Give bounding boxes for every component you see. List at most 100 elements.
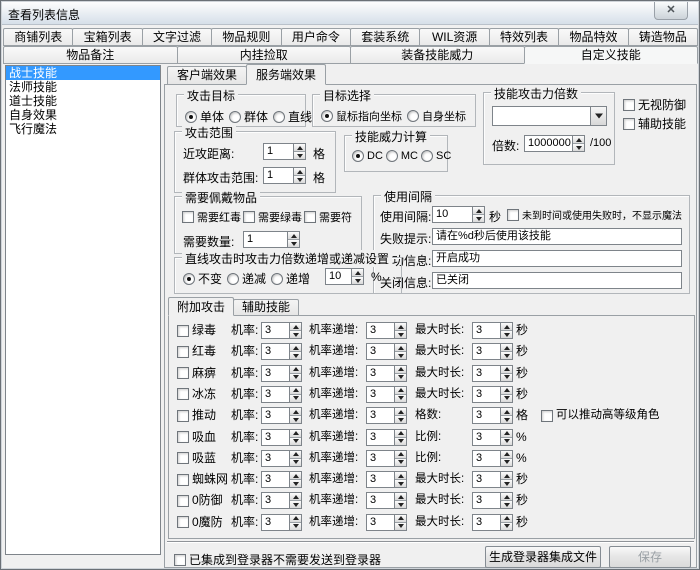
spin-down-icon[interactable] [501, 523, 512, 530]
spin-down-icon[interactable] [395, 416, 406, 423]
third-spinner[interactable]: 3 [472, 407, 513, 424]
main-tab-r1-1[interactable]: 宝箱列表 [72, 28, 142, 46]
spin-down-icon[interactable] [395, 374, 406, 381]
rate-inc-spinner[interactable]: 3 [366, 407, 407, 424]
spin-up-icon[interactable] [290, 344, 301, 352]
spin-down-icon[interactable] [395, 501, 406, 508]
spin-up-icon[interactable] [395, 515, 406, 523]
spin-down-icon[interactable] [395, 352, 406, 359]
spin-value[interactable]: 3 [472, 429, 500, 446]
spin-down-icon[interactable] [290, 438, 301, 445]
spin-up-icon[interactable] [501, 344, 512, 352]
rate-spinner[interactable]: 3 [261, 407, 302, 424]
spin-up-icon[interactable] [290, 472, 301, 480]
power-calc-radios-2[interactable]: SC [421, 150, 451, 162]
spin-value[interactable]: 3 [261, 322, 289, 339]
generate-file-button[interactable]: 生成登录器集成文件 [485, 546, 601, 568]
push-high-level-checkbox[interactable]: 可以推动高等级角色 [541, 407, 660, 424]
spin-down-icon[interactable] [501, 459, 512, 466]
spin-value[interactable]: 3 [366, 365, 394, 382]
spin-up-icon[interactable] [501, 515, 512, 523]
main-tab-r2-1[interactable]: 内挂捡取 [177, 46, 352, 64]
skill-category-item-2[interactable]: 道士技能 [6, 94, 160, 108]
title-bar[interactable]: 查看列表信息 ✕ [2, 2, 698, 25]
spin-value[interactable]: 10 [325, 268, 351, 285]
spin-up-icon[interactable] [395, 408, 406, 416]
spin-up-icon[interactable] [290, 323, 301, 331]
success-msg-input[interactable]: 开启成功 [432, 250, 682, 267]
spin-value[interactable]: 3 [366, 471, 394, 488]
main-tab-r1-0[interactable]: 商铺列表 [3, 28, 73, 46]
spin-up-icon[interactable] [290, 515, 301, 523]
rate-inc-spinner[interactable]: 3 [366, 471, 407, 488]
main-tab-r1-8[interactable]: 物品特效 [558, 28, 628, 46]
spin-up-icon[interactable] [294, 168, 305, 176]
required-item-checkboxes-0[interactable]: 需要红毒 [182, 209, 241, 225]
spin-value[interactable]: 3 [472, 514, 500, 531]
spin-down-icon[interactable] [395, 438, 406, 445]
assist-skill-checkbox[interactable]: 辅助技能 [623, 115, 686, 132]
power-calc-radios-1[interactable]: MC [386, 150, 418, 162]
required-qty-spinner[interactable]: 1 [243, 231, 300, 248]
skill-category-item-1[interactable]: 法师技能 [6, 80, 160, 94]
spin-down-icon[interactable] [573, 144, 584, 151]
line-attack-radios-1[interactable]: 递减 [227, 270, 266, 287]
spin-up-icon[interactable] [501, 323, 512, 331]
spin-value[interactable]: 3 [472, 471, 500, 488]
spin-value[interactable]: 1 [263, 143, 293, 160]
spin-value[interactable]: 3 [366, 492, 394, 509]
spin-up-icon[interactable] [395, 430, 406, 438]
required-item-checkboxes-1[interactable]: 需要绿毒 [243, 209, 302, 225]
spin-value[interactable]: 10 [432, 206, 472, 223]
target-select-radios-1[interactable]: 自身坐标 [407, 108, 466, 124]
spin-value[interactable]: 3 [261, 471, 289, 488]
spin-up-icon[interactable] [395, 472, 406, 480]
spin-down-icon[interactable] [290, 459, 301, 466]
spin-down-icon[interactable] [501, 501, 512, 508]
rate-spinner[interactable]: 3 [261, 343, 302, 360]
melee-distance-spinner[interactable]: 1 [263, 143, 306, 160]
spin-value[interactable]: 3 [261, 450, 289, 467]
attack-enable-checkbox[interactable]: 吸蓝 [177, 450, 216, 467]
skill-category-item-4[interactable]: 飞行魔法 [6, 122, 160, 136]
third-spinner[interactable]: 3 [472, 365, 513, 382]
main-tab-r1-6[interactable]: WIL资源 [419, 28, 489, 46]
spin-up-icon[interactable] [288, 232, 299, 240]
extra-tab-1[interactable]: 辅助技能 [233, 299, 299, 316]
spin-up-icon[interactable] [395, 323, 406, 331]
attack-enable-checkbox[interactable]: 0魔防 [177, 514, 223, 531]
spin-value[interactable]: 3 [472, 386, 500, 403]
rate-spinner[interactable]: 3 [261, 386, 302, 403]
spin-value[interactable]: 1 [243, 231, 287, 248]
attack-enable-checkbox[interactable]: 蜘蛛网 [177, 471, 228, 488]
main-tab-r1-9[interactable]: 铸造物品 [628, 28, 698, 46]
spin-down-icon[interactable] [395, 395, 406, 402]
rate-inc-spinner[interactable]: 3 [366, 514, 407, 531]
spin-value[interactable]: 1000000 [524, 135, 572, 152]
spin-value[interactable]: 3 [261, 365, 289, 382]
spin-down-icon[interactable] [288, 240, 299, 247]
spin-up-icon[interactable] [501, 408, 512, 416]
spin-down-icon[interactable] [501, 480, 512, 487]
ignore-defense-checkbox[interactable]: 无视防御 [623, 96, 686, 113]
required-item-checkboxes-2[interactable]: 需要符 [304, 209, 352, 225]
spin-down-icon[interactable] [290, 501, 301, 508]
effect-tab-0[interactable]: 客户端效果 [167, 66, 247, 85]
rate-inc-spinner[interactable]: 3 [366, 386, 407, 403]
spin-down-icon[interactable] [395, 480, 406, 487]
main-tab-r2-0[interactable]: 物品备注 [3, 46, 178, 64]
spin-value[interactable]: 3 [366, 322, 394, 339]
spin-value[interactable]: 1 [263, 167, 293, 184]
spin-up-icon[interactable] [352, 269, 363, 277]
rate-inc-spinner[interactable]: 3 [366, 365, 407, 382]
spin-up-icon[interactable] [395, 366, 406, 374]
effect-tab-1[interactable]: 服务端效果 [246, 64, 326, 85]
spin-down-icon[interactable] [501, 438, 512, 445]
spin-up-icon[interactable] [395, 493, 406, 501]
main-tab-r1-4[interactable]: 用户命令 [281, 28, 351, 46]
spin-up-icon[interactable] [501, 366, 512, 374]
target-select-radios-0[interactable]: 鼠标指向坐标 [321, 108, 402, 124]
spin-down-icon[interactable] [294, 152, 305, 159]
spin-value[interactable]: 3 [472, 492, 500, 509]
main-tab-r1-2[interactable]: 文字过滤 [142, 28, 212, 46]
